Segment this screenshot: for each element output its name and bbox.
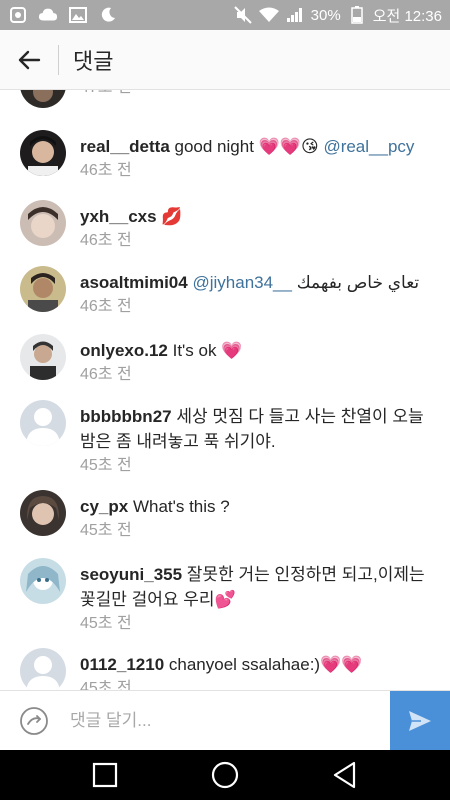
comment-time: 45초 전 [80, 615, 132, 632]
signal-icon [285, 5, 305, 25]
status-bar: 30% 오전 12:36 [0, 0, 450, 30]
avatar[interactable] [20, 558, 66, 604]
avatar[interactable] [20, 400, 66, 446]
comment-body: 47초 전 [80, 90, 436, 100]
cloud-icon [38, 5, 58, 25]
comment-text: تعاي خاص بفهمك [296, 273, 420, 292]
comment-username[interactable]: 0112_1210 [80, 655, 164, 674]
comment-item[interactable]: bbbbbbn27 세상 멋짐 다 들고 사는 찬열이 오늘 밤은 좀 내려놓고… [0, 400, 450, 490]
comment-text: What's this ? [132, 497, 230, 516]
send-button[interactable] [390, 690, 450, 751]
comment-text: good night 💗💗😘 [174, 137, 319, 156]
arrow-left-icon [18, 50, 41, 69]
emoji-icon [20, 706, 48, 735]
square-icon [92, 762, 118, 788]
comment-input[interactable] [68, 700, 390, 741]
system-nav-bar [0, 750, 450, 800]
status-left-icons [8, 5, 118, 25]
avatar[interactable] [20, 266, 66, 312]
comment-body: cy_px What's this ? 45초 전 [80, 494, 436, 543]
comment-item[interactable]: asoaltmimi04 @jiyhan34__ تعاي خاص بفهمك … [0, 266, 450, 326]
comment-username[interactable]: seoyuni_355 [80, 565, 182, 584]
emoji-button[interactable] [0, 691, 68, 751]
status-right-icons: 30% 오전 12:36 [233, 5, 442, 26]
comment-text: It's ok 💗 [172, 341, 243, 360]
back-nav-button[interactable] [285, 750, 405, 800]
comment-item[interactable]: 0112_1210 chanyoel ssalahae:)💗💗 45초 전 [0, 648, 450, 690]
avatar[interactable] [20, 200, 66, 246]
comment-time: 46초 전 [80, 366, 132, 383]
comment-time: 47초 전 [80, 90, 436, 100]
comment-list[interactable]: 47초 전 real__detta good night 💗💗😘 @real__… [0, 90, 450, 690]
mute-icon [233, 5, 253, 25]
battery-percent: 30% [310, 6, 341, 24]
comment-username[interactable]: cy_px [80, 497, 128, 516]
comment-time: 45초 전 [80, 522, 132, 539]
circle-icon [211, 761, 239, 789]
home-button[interactable] [165, 750, 285, 800]
comment-username[interactable]: bbbbbbn27 [80, 407, 172, 426]
comment-time: 45초 전 [80, 680, 132, 690]
comment-text: 💋 [161, 207, 183, 226]
comment-username[interactable]: onlyexo.12 [80, 341, 168, 360]
comment-item[interactable]: seoyuni_355 잘못한 거는 인정하면 되고,이제는 꽃길만 걸어요 우… [0, 558, 450, 648]
comment-item[interactable]: real__detta good night 💗💗😘 @real__pcy 46… [0, 130, 450, 190]
moon-icon [98, 5, 118, 25]
comment-composer [0, 690, 450, 751]
comment-body: seoyuni_355 잘못한 거는 인정하면 되고,이제는 꽃길만 걸어요 우… [80, 562, 436, 636]
comment-body: 0112_1210 chanyoel ssalahae:)💗💗 45초 전 [80, 652, 436, 690]
comment-body: asoaltmimi04 @jiyhan34__ تعاي خاص بفهمك … [80, 270, 436, 319]
avatar[interactable] [20, 648, 66, 690]
triangle-back-icon [333, 761, 356, 789]
comment-item[interactable]: onlyexo.12 It's ok 💗 46초 전 [0, 334, 450, 394]
comment-item[interactable]: yxh__cxs 💋 46초 전 [0, 200, 450, 260]
comment-body: real__detta good night 💗💗😘 @real__pcy 46… [80, 134, 436, 183]
wifi-icon [258, 5, 279, 25]
comment-mention[interactable]: @real__pcy [323, 137, 414, 156]
comment-username[interactable]: real__detta [80, 137, 170, 156]
header: 댓글 [0, 30, 450, 90]
comment-item[interactable]: 47초 전 [0, 90, 450, 120]
comment-username[interactable]: asoaltmimi04 [80, 273, 188, 292]
send-icon [409, 710, 431, 731]
comment-time: 46초 전 [80, 298, 132, 315]
avatar[interactable] [20, 334, 66, 380]
recents-button[interactable] [45, 750, 165, 800]
comment-body: yxh__cxs 💋 46초 전 [80, 204, 436, 253]
comment-body: onlyexo.12 It's ok 💗 46초 전 [80, 338, 436, 387]
comment-text: chanyoel ssalahae:)💗💗 [168, 655, 363, 674]
gallery-icon [68, 5, 88, 25]
header-divider [58, 44, 59, 75]
comment-time: 46초 전 [80, 162, 132, 179]
comment-time: 46초 전 [80, 232, 132, 249]
clock: 오전 12:36 [372, 7, 442, 25]
avatar[interactable] [20, 130, 66, 176]
comment-mention[interactable]: @jiyhan34__ [192, 273, 292, 292]
comment-time: 45초 전 [80, 457, 132, 474]
comment-username[interactable]: yxh__cxs [80, 207, 157, 226]
avatar[interactable] [20, 490, 66, 536]
back-button[interactable] [0, 30, 58, 90]
comment-item[interactable]: cy_px What's this ? 45초 전 [0, 490, 450, 550]
battery-icon [347, 5, 367, 25]
page-title: 댓글 [73, 48, 114, 74]
avatar[interactable] [20, 90, 66, 108]
app-icon [8, 5, 28, 25]
comment-body: bbbbbbn27 세상 멋짐 다 들고 사는 찬열이 오늘 밤은 좀 내려놓고… [80, 404, 436, 478]
